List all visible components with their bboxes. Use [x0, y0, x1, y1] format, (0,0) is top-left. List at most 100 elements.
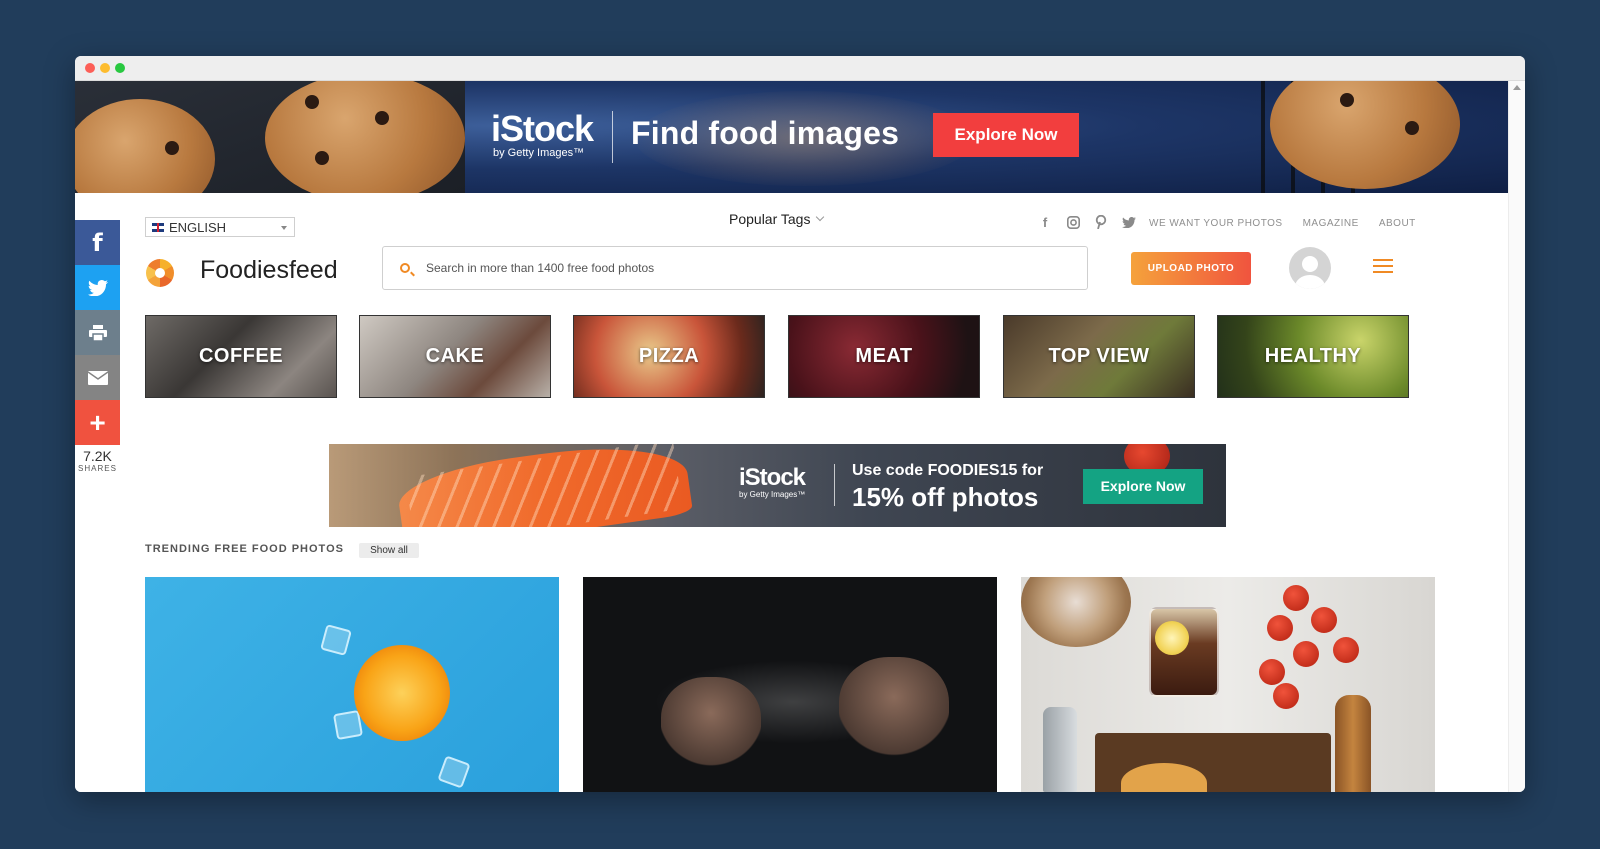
top-ad-banner[interactable]: iStock by Getty Images™ Find food images…: [75, 81, 1509, 193]
explore-now-button[interactable]: Explore Now: [1083, 469, 1203, 504]
email-icon: [87, 370, 108, 385]
uk-flag-icon: [152, 222, 164, 232]
istock-wordmark: iStock: [739, 464, 806, 491]
facebook-icon: f: [92, 228, 103, 257]
category-label: PIZZA: [638, 345, 700, 367]
category-tile-healthy[interactable]: HEALTHY: [1217, 315, 1409, 398]
mid-ad-banner[interactable]: iStock by Getty Images™ Use code FOODIES…: [329, 444, 1226, 527]
garlic-bowl-image: [1021, 577, 1131, 647]
chocolate-chip: [375, 111, 389, 125]
popular-tags-label: Popular Tags: [729, 211, 811, 227]
share-sidebar: f + 7.2K SHARES: [75, 220, 120, 473]
share-facebook-button[interactable]: f: [75, 220, 120, 265]
nav-link-we-want-your-photos[interactable]: WE WANT YOUR PHOTOS: [1149, 218, 1283, 229]
language-select[interactable]: ENGLISH: [145, 217, 295, 237]
ice-cube: [437, 755, 471, 789]
promo-code-text: Use code FOODIES15 for: [852, 462, 1044, 479]
category-label: CAKE: [425, 345, 485, 367]
popular-tags-dropdown[interactable]: Popular Tags: [729, 211, 825, 227]
chevron-down-icon: [816, 212, 825, 222]
category-label: HEALTHY: [1264, 345, 1362, 367]
nav-link-magazine[interactable]: MAGAZINE: [1303, 218, 1359, 229]
promo-discount-text: 15% off photos: [852, 482, 1039, 512]
banner-headline: Find food images: [631, 115, 900, 151]
language-label: ENGLISH: [169, 219, 227, 235]
chocolate-chip: [305, 95, 319, 109]
ice-cube: [320, 624, 352, 656]
search-box[interactable]: [382, 246, 1088, 290]
photo-card-flour-hands[interactable]: [583, 577, 997, 792]
top-nav-links: WE WANT YOUR PHOTOS MAGAZINE ABOUT: [1149, 218, 1436, 229]
category-label: MEAT: [855, 345, 913, 367]
istock-subline: by Getty Images™: [493, 147, 585, 159]
search-input[interactable]: [424, 260, 1028, 276]
tomato-image: [1267, 615, 1293, 641]
orange-slice-image: [354, 645, 450, 741]
share-count: 7.2K: [83, 448, 112, 464]
pinterest-icon[interactable]: [1087, 214, 1115, 230]
minimize-window-button[interactable]: [100, 63, 110, 73]
scroll-up-arrow-icon[interactable]: [1513, 85, 1521, 90]
twitter-icon[interactable]: [1115, 214, 1143, 230]
hand-image: [661, 677, 761, 767]
category-tile-coffee[interactable]: COFFEE: [145, 315, 337, 398]
social-links: f: [1031, 214, 1143, 230]
window-titlebar: [75, 56, 1525, 81]
banner-divider: [834, 464, 835, 506]
cola-glass-image: [1149, 607, 1219, 697]
knife-image: [1043, 707, 1077, 792]
browser-window: iStock by Getty Images™ Find food images…: [75, 56, 1525, 792]
tomato-image: [1259, 659, 1285, 685]
photo-card-top-view-meal[interactable]: [1021, 577, 1435, 792]
chocolate-chip: [1405, 121, 1419, 135]
user-avatar[interactable]: [1289, 247, 1331, 289]
tomato-image: [1273, 683, 1299, 709]
category-tile-top-view[interactable]: TOP VIEW: [1003, 315, 1195, 398]
nav-link-about[interactable]: ABOUT: [1379, 218, 1416, 229]
trending-section-title: TRENDING FREE FOOD PHOTOS: [145, 543, 344, 555]
istock-wordmark: iStock: [491, 108, 594, 149]
avatar-body-shape: [1295, 275, 1325, 289]
search-icon: [400, 263, 410, 273]
maximize-window-button[interactable]: [115, 63, 125, 73]
close-window-button[interactable]: [85, 63, 95, 73]
istock-subline: by Getty Images™: [739, 490, 806, 499]
menu-hamburger-icon[interactable]: [1373, 259, 1393, 277]
category-tile-meat[interactable]: MEAT: [788, 315, 980, 398]
category-tile-cake[interactable]: CAKE: [359, 315, 551, 398]
istock-logo: iStock by Getty Images™: [739, 464, 806, 500]
share-label: SHARES: [78, 464, 117, 473]
caret-down-icon: [281, 226, 287, 230]
share-more-button[interactable]: +: [75, 400, 120, 445]
print-icon: [88, 324, 107, 341]
avatar-head-shape: [1302, 256, 1318, 272]
foodiesfeed-logo-icon[interactable]: [146, 259, 174, 287]
cookie-image: [265, 81, 465, 193]
hand-image: [839, 657, 949, 757]
twitter-icon: [87, 279, 108, 296]
category-tile-pizza[interactable]: PIZZA: [573, 315, 765, 398]
page-viewport: iStock by Getty Images™ Find food images…: [75, 81, 1509, 792]
share-email-button[interactable]: [75, 355, 120, 400]
logo-center: [155, 268, 165, 278]
tomato-image: [1283, 585, 1309, 611]
share-twitter-button[interactable]: [75, 265, 120, 310]
tomato-image: [1311, 607, 1337, 633]
chocolate-chip: [1340, 93, 1354, 107]
facebook-icon[interactable]: f: [1031, 214, 1059, 230]
site-brand-name[interactable]: Foodiesfeed: [200, 256, 338, 285]
category-label: TOP VIEW: [1048, 345, 1150, 367]
photo-card-orange[interactable]: [145, 577, 559, 792]
chocolate-chip: [315, 151, 329, 165]
tomato-image: [1293, 641, 1319, 667]
explore-now-button[interactable]: Explore Now: [933, 113, 1079, 157]
istock-logo: iStock by Getty Images™: [491, 108, 594, 160]
instagram-icon[interactable]: [1059, 214, 1087, 230]
upload-photo-button[interactable]: UPLOAD PHOTO: [1131, 252, 1251, 285]
vertical-scrollbar[interactable]: [1508, 81, 1525, 792]
pepper-mill-image: [1335, 695, 1371, 792]
tomato-image: [1333, 637, 1359, 663]
category-label: COFFEE: [198, 345, 284, 367]
show-all-button[interactable]: Show all: [359, 543, 419, 558]
share-print-button[interactable]: [75, 310, 120, 355]
